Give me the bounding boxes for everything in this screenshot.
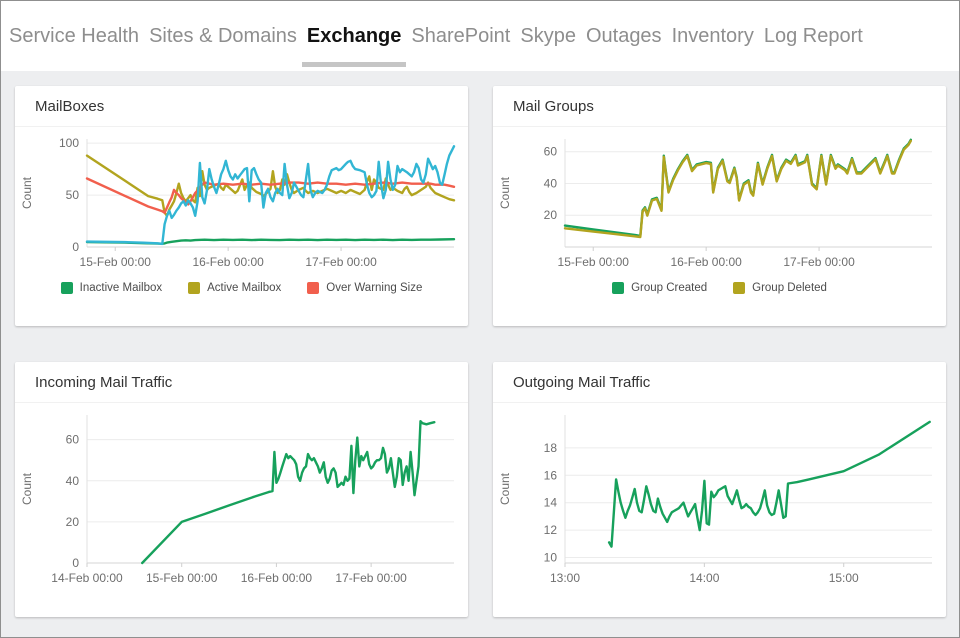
svg-text:20: 20 [544,208,558,222]
svg-text:60: 60 [66,433,80,447]
svg-text:12: 12 [544,523,558,537]
tab-log-report[interactable]: Log Report [759,1,868,71]
panel-incoming-mail-traffic: Incoming Mail Traffic 0 20 40 60 14-Feb 00:0… [15,362,468,617]
svg-text:20: 20 [66,515,80,529]
svg-text:0: 0 [72,240,79,254]
tab-sharepoint[interactable]: SharePoint [406,1,515,71]
legend-item[interactable]: Group Created [612,282,707,294]
svg-text:14-Feb 00:00: 14-Feb 00:00 [51,571,123,585]
tab-inventory[interactable]: Inventory [667,1,759,71]
svg-text:18: 18 [544,441,558,455]
chart-title: Mail Groups [513,98,594,115]
svg-text:40: 40 [66,474,80,488]
mail-groups-legend: Group Created Group Deleted [493,282,946,294]
panel-outgoing-mail-traffic: Outgoing Mail Traffic 10 12 14 16 18 13:00 14:… [493,362,946,617]
tab-label: Sites & Domains [149,25,297,48]
svg-text:100: 100 [59,136,79,150]
tab-outages[interactable]: Outages [581,1,667,71]
svg-text:14:00: 14:00 [689,571,719,585]
tab-sites-domains[interactable]: Sites & Domains [144,1,302,71]
svg-text:Count: Count [498,472,512,505]
svg-text:16: 16 [544,468,558,482]
panel-header: Mail Groups [493,86,946,127]
chart-title: MailBoxes [35,98,104,115]
svg-text:40: 40 [544,176,558,190]
tab-label: Inventory [672,25,754,48]
legend-label: Group Deleted [752,282,827,294]
legend-swatch [307,282,319,294]
panel-mail-groups: Mail Groups 20 40 60 15-Feb 00:00 16-Feb 00:… [493,86,946,326]
tab-bar: Service Health Sites & Domains Exchange … [1,1,959,71]
legend-swatch [612,282,624,294]
tab-label: Outages [586,25,662,48]
legend-item[interactable]: Active Mailbox [188,282,281,294]
svg-text:15-Feb 00:00: 15-Feb 00:00 [146,571,218,585]
tab-label: Skype [520,25,576,48]
svg-text:16-Feb 00:00: 16-Feb 00:00 [192,255,264,269]
legend-label: Active Mailbox [207,282,281,294]
svg-text:14: 14 [544,496,558,510]
panel-header: Incoming Mail Traffic [15,362,468,403]
panel-header: Outgoing Mail Traffic [493,362,946,403]
chart-title: Incoming Mail Traffic [35,374,172,391]
chart-title: Outgoing Mail Traffic [513,374,650,391]
svg-text:0: 0 [72,556,79,570]
tab-skype[interactable]: Skype [515,1,581,71]
svg-text:Count: Count [498,176,512,209]
svg-text:Count: Count [20,176,34,209]
svg-text:10: 10 [544,551,558,565]
tab-label: Service Health [9,25,139,48]
legend-label: Group Created [631,282,707,294]
legend-swatch [61,282,73,294]
svg-text:15-Feb 00:00: 15-Feb 00:00 [80,255,152,269]
legend-item[interactable]: Over Warning Size [307,282,422,294]
svg-text:17-Feb 00:00: 17-Feb 00:00 [783,255,855,269]
svg-text:13:00: 13:00 [550,571,580,585]
svg-text:17-Feb 00:00: 17-Feb 00:00 [305,255,377,269]
incoming-mail-traffic-chart[interactable]: 0 20 40 60 14-Feb 00:00 15-Feb 00:00 16-Feb 00… [15,403,468,595]
tab-exchange[interactable]: Exchange [302,1,406,71]
svg-text:60: 60 [544,145,558,159]
mailboxes-chart[interactable]: 0 50 100 15-Feb 00:00 16-Feb 00:00 17-Feb 00:… [15,127,468,279]
panel-header: MailBoxes [15,86,468,127]
legend-item[interactable]: Inactive Mailbox [61,282,162,294]
legend-swatch [188,282,200,294]
legend-label: Over Warning Size [326,282,422,294]
active-tab-indicator [302,62,406,67]
tab-service-health[interactable]: Service Health [4,1,144,71]
tab-label: Exchange [307,25,401,48]
dashboard-page: Service Health Sites & Domains Exchange … [0,0,960,638]
panel-mailboxes: MailBoxes 0 50 100 15-Feb 00:00 16-Feb 00:00… [15,86,468,326]
svg-text:Count: Count [20,472,34,505]
svg-text:17-Feb 00:00: 17-Feb 00:00 [335,571,407,585]
mailboxes-legend: Inactive Mailbox Active Mailbox Over Warni… [15,282,468,294]
tab-label: Log Report [764,25,863,48]
svg-text:16-Feb 00:00: 16-Feb 00:00 [241,571,313,585]
svg-text:16-Feb 00:00: 16-Feb 00:00 [670,255,742,269]
outgoing-mail-traffic-chart[interactable]: 10 12 14 16 18 13:00 14:00 15:00 Count [493,403,946,595]
svg-text:15-Feb 00:00: 15-Feb 00:00 [558,255,630,269]
legend-swatch [733,282,745,294]
svg-text:50: 50 [66,188,80,202]
svg-text:15:00: 15:00 [829,571,859,585]
mail-groups-chart[interactable]: 20 40 60 15-Feb 00:00 16-Feb 00:00 17-Feb 00:… [493,127,946,279]
legend-item[interactable]: Group Deleted [733,282,827,294]
tab-label: SharePoint [411,25,510,48]
legend-label: Inactive Mailbox [80,282,162,294]
